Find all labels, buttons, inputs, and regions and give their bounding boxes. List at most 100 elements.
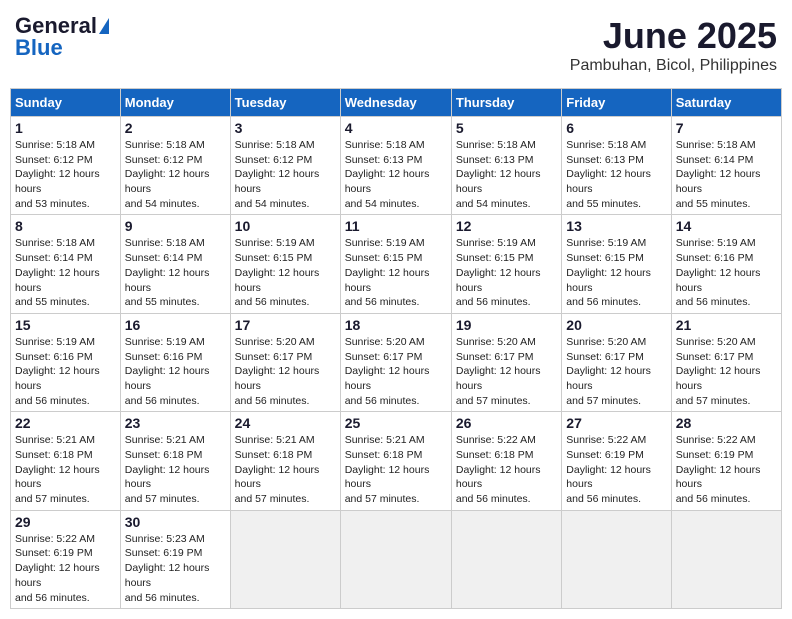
day-number: 12 bbox=[456, 218, 557, 234]
table-row: 17 Sunrise: 5:20 AMSunset: 6:17 PMDaylig… bbox=[230, 313, 340, 411]
day-number: 15 bbox=[15, 317, 116, 333]
header-tuesday: Tuesday bbox=[230, 89, 340, 117]
month-year-title: June 2025 bbox=[570, 15, 777, 57]
day-detail: Sunrise: 5:22 AMSunset: 6:19 PMDaylight:… bbox=[676, 434, 761, 505]
day-number: 30 bbox=[125, 514, 226, 530]
day-detail: Sunrise: 5:18 AMSunset: 6:13 PMDaylight:… bbox=[345, 139, 430, 210]
day-detail: Sunrise: 5:18 AMSunset: 6:13 PMDaylight:… bbox=[566, 139, 651, 210]
day-number: 7 bbox=[676, 120, 777, 136]
logo-triangle-icon bbox=[99, 18, 109, 34]
logo-general-text: General bbox=[15, 15, 97, 37]
day-detail: Sunrise: 5:21 AMSunset: 6:18 PMDaylight:… bbox=[345, 434, 430, 505]
day-detail: Sunrise: 5:21 AMSunset: 6:18 PMDaylight:… bbox=[15, 434, 100, 505]
table-row: 8 Sunrise: 5:18 AMSunset: 6:14 PMDayligh… bbox=[11, 215, 121, 313]
day-number: 2 bbox=[125, 120, 226, 136]
page-header: General Blue June 2025 Pambuhan, Bicol, … bbox=[10, 10, 782, 80]
table-row: 19 Sunrise: 5:20 AMSunset: 6:17 PMDaylig… bbox=[451, 313, 561, 411]
day-number: 13 bbox=[566, 218, 666, 234]
table-row: 21 Sunrise: 5:20 AMSunset: 6:17 PMDaylig… bbox=[671, 313, 781, 411]
day-detail: Sunrise: 5:19 AMSunset: 6:15 PMDaylight:… bbox=[456, 237, 541, 308]
day-detail: Sunrise: 5:22 AMSunset: 6:19 PMDaylight:… bbox=[15, 533, 100, 604]
header-saturday: Saturday bbox=[671, 89, 781, 117]
logo-blue-text: Blue bbox=[15, 37, 63, 59]
day-detail: Sunrise: 5:21 AMSunset: 6:18 PMDaylight:… bbox=[235, 434, 320, 505]
day-detail: Sunrise: 5:20 AMSunset: 6:17 PMDaylight:… bbox=[676, 336, 761, 407]
table-row: 3 Sunrise: 5:18 AMSunset: 6:12 PMDayligh… bbox=[230, 117, 340, 215]
day-detail: Sunrise: 5:19 AMSunset: 6:16 PMDaylight:… bbox=[15, 336, 100, 407]
table-row: 15 Sunrise: 5:19 AMSunset: 6:16 PMDaylig… bbox=[11, 313, 121, 411]
header-thursday: Thursday bbox=[451, 89, 561, 117]
day-detail: Sunrise: 5:23 AMSunset: 6:19 PMDaylight:… bbox=[125, 533, 210, 604]
day-detail: Sunrise: 5:19 AMSunset: 6:16 PMDaylight:… bbox=[125, 336, 210, 407]
day-number: 14 bbox=[676, 218, 777, 234]
location-subtitle: Pambuhan, Bicol, Philippines bbox=[570, 57, 777, 75]
day-number: 26 bbox=[456, 415, 557, 431]
table-row: 10 Sunrise: 5:19 AMSunset: 6:15 PMDaylig… bbox=[230, 215, 340, 313]
table-row: 24 Sunrise: 5:21 AMSunset: 6:18 PMDaylig… bbox=[230, 412, 340, 510]
day-number: 9 bbox=[125, 218, 226, 234]
header-sunday: Sunday bbox=[11, 89, 121, 117]
day-detail: Sunrise: 5:18 AMSunset: 6:14 PMDaylight:… bbox=[15, 237, 100, 308]
table-row: 25 Sunrise: 5:21 AMSunset: 6:18 PMDaylig… bbox=[340, 412, 451, 510]
table-row: 4 Sunrise: 5:18 AMSunset: 6:13 PMDayligh… bbox=[340, 117, 451, 215]
day-number: 22 bbox=[15, 415, 116, 431]
day-number: 5 bbox=[456, 120, 557, 136]
day-number: 20 bbox=[566, 317, 666, 333]
table-row: 6 Sunrise: 5:18 AMSunset: 6:13 PMDayligh… bbox=[562, 117, 671, 215]
table-row: 27 Sunrise: 5:22 AMSunset: 6:19 PMDaylig… bbox=[562, 412, 671, 510]
day-number: 8 bbox=[15, 218, 116, 234]
table-row: 18 Sunrise: 5:20 AMSunset: 6:17 PMDaylig… bbox=[340, 313, 451, 411]
day-detail: Sunrise: 5:18 AMSunset: 6:14 PMDaylight:… bbox=[676, 139, 761, 210]
table-row bbox=[671, 510, 781, 608]
day-number: 6 bbox=[566, 120, 666, 136]
table-row bbox=[562, 510, 671, 608]
table-row: 30 Sunrise: 5:23 AMSunset: 6:19 PMDaylig… bbox=[120, 510, 230, 608]
table-row: 9 Sunrise: 5:18 AMSunset: 6:14 PMDayligh… bbox=[120, 215, 230, 313]
table-row: 1 Sunrise: 5:18 AMSunset: 6:12 PMDayligh… bbox=[11, 117, 121, 215]
day-number: 19 bbox=[456, 317, 557, 333]
day-detail: Sunrise: 5:20 AMSunset: 6:17 PMDaylight:… bbox=[235, 336, 320, 407]
day-detail: Sunrise: 5:22 AMSunset: 6:18 PMDaylight:… bbox=[456, 434, 541, 505]
day-detail: Sunrise: 5:19 AMSunset: 6:15 PMDaylight:… bbox=[345, 237, 430, 308]
day-detail: Sunrise: 5:20 AMSunset: 6:17 PMDaylight:… bbox=[566, 336, 651, 407]
title-block: June 2025 Pambuhan, Bicol, Philippines bbox=[570, 15, 777, 75]
day-number: 17 bbox=[235, 317, 336, 333]
table-row: 20 Sunrise: 5:20 AMSunset: 6:17 PMDaylig… bbox=[562, 313, 671, 411]
table-row: 2 Sunrise: 5:18 AMSunset: 6:12 PMDayligh… bbox=[120, 117, 230, 215]
day-detail: Sunrise: 5:19 AMSunset: 6:15 PMDaylight:… bbox=[235, 237, 320, 308]
table-row: 22 Sunrise: 5:21 AMSunset: 6:18 PMDaylig… bbox=[11, 412, 121, 510]
table-row: 12 Sunrise: 5:19 AMSunset: 6:15 PMDaylig… bbox=[451, 215, 561, 313]
table-row bbox=[340, 510, 451, 608]
day-detail: Sunrise: 5:18 AMSunset: 6:12 PMDaylight:… bbox=[15, 139, 100, 210]
table-row: 5 Sunrise: 5:18 AMSunset: 6:13 PMDayligh… bbox=[451, 117, 561, 215]
table-row: 11 Sunrise: 5:19 AMSunset: 6:15 PMDaylig… bbox=[340, 215, 451, 313]
table-row: 13 Sunrise: 5:19 AMSunset: 6:15 PMDaylig… bbox=[562, 215, 671, 313]
day-detail: Sunrise: 5:19 AMSunset: 6:15 PMDaylight:… bbox=[566, 237, 651, 308]
day-detail: Sunrise: 5:21 AMSunset: 6:18 PMDaylight:… bbox=[125, 434, 210, 505]
table-row bbox=[230, 510, 340, 608]
header-friday: Friday bbox=[562, 89, 671, 117]
table-row: 16 Sunrise: 5:19 AMSunset: 6:16 PMDaylig… bbox=[120, 313, 230, 411]
day-number: 1 bbox=[15, 120, 116, 136]
day-number: 25 bbox=[345, 415, 447, 431]
table-row: 26 Sunrise: 5:22 AMSunset: 6:18 PMDaylig… bbox=[451, 412, 561, 510]
table-row bbox=[451, 510, 561, 608]
day-detail: Sunrise: 5:18 AMSunset: 6:13 PMDaylight:… bbox=[456, 139, 541, 210]
table-row: 29 Sunrise: 5:22 AMSunset: 6:19 PMDaylig… bbox=[11, 510, 121, 608]
table-row: 7 Sunrise: 5:18 AMSunset: 6:14 PMDayligh… bbox=[671, 117, 781, 215]
day-detail: Sunrise: 5:18 AMSunset: 6:14 PMDaylight:… bbox=[125, 237, 210, 308]
day-number: 23 bbox=[125, 415, 226, 431]
header-wednesday: Wednesday bbox=[340, 89, 451, 117]
logo: General Blue bbox=[15, 15, 109, 59]
table-row: 14 Sunrise: 5:19 AMSunset: 6:16 PMDaylig… bbox=[671, 215, 781, 313]
table-row: 23 Sunrise: 5:21 AMSunset: 6:18 PMDaylig… bbox=[120, 412, 230, 510]
day-detail: Sunrise: 5:18 AMSunset: 6:12 PMDaylight:… bbox=[235, 139, 320, 210]
day-number: 27 bbox=[566, 415, 666, 431]
day-detail: Sunrise: 5:22 AMSunset: 6:19 PMDaylight:… bbox=[566, 434, 651, 505]
day-number: 28 bbox=[676, 415, 777, 431]
day-detail: Sunrise: 5:20 AMSunset: 6:17 PMDaylight:… bbox=[456, 336, 541, 407]
day-detail: Sunrise: 5:20 AMSunset: 6:17 PMDaylight:… bbox=[345, 336, 430, 407]
day-detail: Sunrise: 5:18 AMSunset: 6:12 PMDaylight:… bbox=[125, 139, 210, 210]
day-number: 29 bbox=[15, 514, 116, 530]
day-number: 3 bbox=[235, 120, 336, 136]
